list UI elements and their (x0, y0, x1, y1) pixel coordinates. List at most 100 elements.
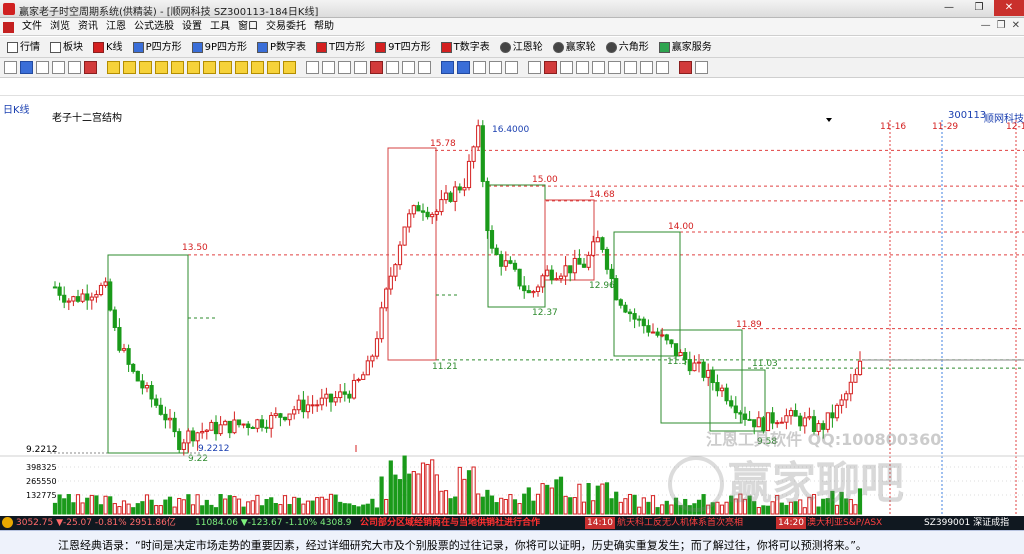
candle-body (328, 393, 334, 403)
heart-icon[interactable] (370, 61, 383, 74)
candle-body (494, 247, 499, 256)
chart-bar-icon[interactable] (544, 61, 557, 74)
ticker-news3[interactable]: 澳大利亚S&P/ASX (807, 517, 882, 529)
mdi-minimize-button[interactable]: — (981, 20, 991, 31)
candle-body (531, 291, 536, 294)
main-toolbar: 行情 板块 K线 P四方形 9P四方形 P数字表 T四方形 9T四方形 T数字表… (0, 37, 1024, 58)
service-icon (658, 42, 670, 53)
toolbar-service-button[interactable]: 赢家服务 (656, 39, 715, 56)
volume-bar (296, 497, 301, 515)
toolbar-gann-wheel-button[interactable]: 江恩轮 (497, 39, 546, 56)
diamond-3-icon[interactable] (203, 61, 216, 74)
chart-area-icon[interactable] (560, 61, 573, 74)
diamond-5-icon[interactable] (235, 61, 248, 74)
chart-wave-icon[interactable] (592, 61, 605, 74)
mdi-restore-button[interactable]: ❐ (997, 20, 1006, 31)
toolbar-p-table-button[interactable]: P数字表 (254, 39, 309, 56)
window-icon[interactable] (473, 61, 486, 74)
candle-body (715, 382, 720, 392)
restore-button[interactable]: ❐ (964, 0, 994, 16)
price-label-p1189: 11.89 (736, 320, 762, 330)
ticker-index2[interactable]: 11084.06 ▼-123.67 -1.10% 4308.9 (195, 517, 352, 529)
diamond-1-icon[interactable] (171, 61, 184, 74)
minimize-button[interactable]: — (934, 0, 964, 16)
ticker-news1[interactable]: 公司部分区域经销商在与当地供销社进行合作 (360, 517, 540, 529)
prev-icon[interactable] (123, 61, 136, 74)
chart-trend-icon[interactable] (608, 61, 621, 74)
grid-icon[interactable] (457, 61, 470, 74)
candle-body (572, 257, 577, 274)
car-icon[interactable] (505, 61, 518, 74)
toolbar-label: 板块 (63, 42, 83, 53)
close-button[interactable]: ✕ (994, 0, 1024, 16)
ticker-bar: 3052.75 ▼-25.07 -0.81% 2951.86亿 11084.06… (0, 516, 1024, 530)
line-icon[interactable] (338, 61, 351, 74)
mdi-close-button[interactable]: ✕ (1012, 20, 1020, 31)
print-icon[interactable] (489, 61, 502, 74)
first-icon[interactable] (107, 61, 120, 74)
layout-icon[interactable] (4, 61, 17, 74)
chart-fit-icon[interactable] (640, 61, 653, 74)
diamond-4-icon[interactable] (219, 61, 232, 74)
menu-tools[interactable]: 工具 (206, 20, 234, 34)
diamond-7-icon[interactable] (267, 61, 280, 74)
toolbar-hexagon-button[interactable]: 六角形 (603, 39, 652, 56)
menu-settings[interactable]: 设置 (178, 20, 206, 34)
back-icon[interactable] (139, 61, 152, 74)
toolbar-t-square-button[interactable]: T四方形 (313, 39, 368, 56)
toolbar-sector-button[interactable]: 板块 (47, 39, 86, 56)
candle-body (273, 413, 278, 416)
toolbar-p-square-button[interactable]: P四方形 (130, 39, 185, 56)
pen-icon[interactable] (418, 61, 431, 74)
toolbar-quotes-button[interactable]: 行情 (4, 39, 43, 56)
chart-zoom-icon[interactable] (624, 61, 637, 74)
menu-window[interactable]: 窗口 (234, 20, 262, 34)
candle-body (301, 399, 306, 413)
infinity-icon[interactable] (695, 61, 708, 74)
date-axis-bar (0, 78, 1024, 96)
lasso-icon[interactable] (20, 61, 33, 74)
chart-line-icon[interactable] (528, 61, 541, 74)
diamond-2-icon[interactable] (187, 61, 200, 74)
price-label-p1237: 12.37 (532, 308, 558, 318)
chart-step-icon[interactable] (576, 61, 589, 74)
eraser-icon[interactable] (402, 61, 415, 74)
color-wheel-icon[interactable] (679, 61, 692, 74)
diamond-8-icon[interactable] (283, 61, 296, 74)
chart-split-icon[interactable] (656, 61, 669, 74)
tool-icon[interactable] (386, 61, 399, 74)
calc-icon[interactable] (441, 61, 454, 74)
bar-icon[interactable] (68, 61, 81, 74)
ticker-index1[interactable]: 3052.75 ▼-25.07 -0.81% 2951.86亿 (16, 517, 176, 529)
hand-icon[interactable] (306, 61, 319, 74)
candle-body (830, 412, 835, 419)
volume-bar (163, 499, 168, 515)
toolbar-kline-button[interactable]: K线 (90, 39, 126, 56)
candle-icon[interactable] (52, 61, 65, 74)
cursor-icon[interactable] (36, 61, 49, 74)
toolbar-label: 赢家轮 (565, 42, 596, 53)
menu-formula[interactable]: 公式选股 (130, 20, 178, 34)
toolbar-winner-wheel-button[interactable]: 赢家轮 (550, 39, 599, 56)
forward-icon[interactable] (155, 61, 168, 74)
menu-browse[interactable]: 浏览 (46, 20, 74, 34)
menu-trade[interactable]: 交易委托 (262, 20, 310, 34)
ticker-code[interactable]: SZ399001 深证成指 (924, 517, 1009, 529)
toolbar-9p-square-button[interactable]: 9P四方形 (189, 39, 250, 56)
menu-help[interactable]: 帮助 (310, 20, 338, 34)
candle-body (140, 380, 145, 389)
menu-info[interactable]: 资讯 (74, 20, 102, 34)
flag-icon[interactable] (84, 61, 97, 74)
crosshair-icon[interactable] (322, 61, 335, 74)
diamond-6-icon[interactable] (251, 61, 264, 74)
ticker-news2[interactable]: 航天科工反无人机体系首次亮相 (617, 517, 743, 529)
toolbar-t-table-button[interactable]: T数字表 (438, 39, 493, 56)
candle-body (296, 399, 301, 411)
curve-icon[interactable] (354, 61, 367, 74)
volume-bar (558, 476, 564, 515)
toolbar-9t-square-button[interactable]: 9T四方形 (372, 39, 433, 56)
forecast-date-label: 11-29 (932, 122, 958, 132)
menu-gann[interactable]: 江恩 (102, 20, 130, 34)
menu-file[interactable]: 文件 (18, 20, 46, 34)
volume-bar (568, 497, 573, 515)
